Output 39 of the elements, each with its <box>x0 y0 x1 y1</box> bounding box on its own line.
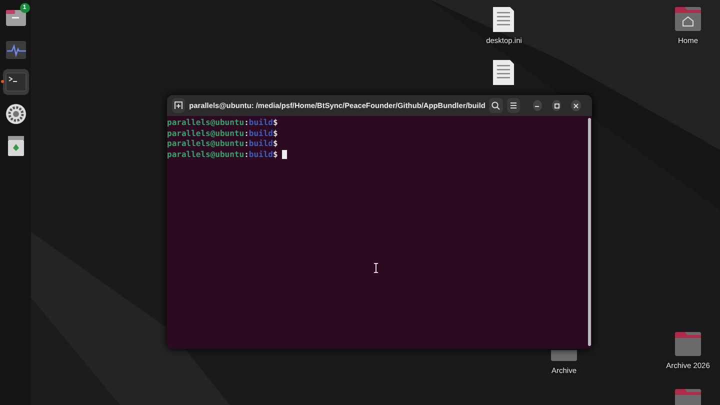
maximize-icon <box>552 102 561 110</box>
folder-icon[interactable] <box>675 331 701 357</box>
prompt-user: parallels@ubuntu <box>167 118 244 128</box>
menu-icon <box>508 101 518 110</box>
prompt-symbol: $ <box>272 139 278 150</box>
search-button[interactable] <box>489 98 503 113</box>
search-icon <box>491 101 500 110</box>
maximize-button[interactable] <box>552 100 562 111</box>
prompt-path: build <box>248 150 273 160</box>
prompt-separator: : <box>244 128 249 139</box>
activity-monitor-icon <box>4 39 26 61</box>
new-tab-icon <box>174 101 184 110</box>
home-folder-icon[interactable] <box>675 6 701 32</box>
text-select-cursor-icon <box>373 263 379 273</box>
new-tab-button[interactable] <box>172 98 186 113</box>
prompt-user: parallels@ubuntu <box>167 150 244 160</box>
prompt-symbol: $ <box>272 128 278 139</box>
file-icon[interactable] <box>491 6 517 32</box>
running-indicator-icon <box>0 80 4 83</box>
prompt-separator: : <box>244 150 249 160</box>
files-icon <box>4 7 26 29</box>
prompt-separator: : <box>244 139 249 150</box>
prompt-user: parallels@ubuntu <box>167 128 244 139</box>
settings-icon <box>4 103 26 125</box>
close-button[interactable] <box>571 100 580 111</box>
file-icon[interactable] <box>491 59 517 85</box>
prompt-path: build <box>248 128 273 139</box>
prompt-symbol: $ <box>272 150 278 160</box>
prompt-separator: : <box>244 118 249 128</box>
close-icon <box>572 102 580 110</box>
minimize-button[interactable] <box>532 100 542 111</box>
menu-button[interactable] <box>506 98 520 113</box>
folder-icon[interactable] <box>551 350 577 362</box>
terminal-icon <box>4 71 26 93</box>
scrollbar[interactable] <box>588 118 591 346</box>
prompt-path: build <box>248 139 273 150</box>
prompt-user: parallels@ubuntu <box>167 139 244 150</box>
prompt-path: build <box>248 118 273 128</box>
prompt-symbol: $ <box>272 118 278 128</box>
